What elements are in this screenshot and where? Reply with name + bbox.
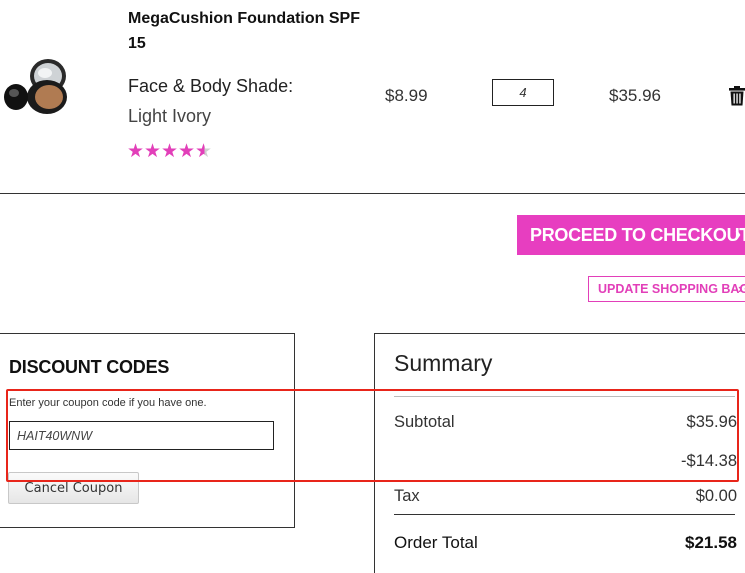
order-total-label: Order Total	[394, 533, 478, 552]
star-icon: ★	[144, 141, 162, 162]
summary-divider	[394, 514, 735, 515]
checkout-label: PROCEED TO CHECKOUT	[530, 224, 745, 245]
unit-price: $8.99	[385, 86, 428, 105]
cancel-coupon-button[interactable]: Cancel Coupon	[8, 472, 139, 504]
tax-value: $0.00	[695, 487, 737, 505]
proceed-to-checkout-button[interactable]: PROCEED TO CHECKOUT ›	[517, 215, 745, 255]
half-star-icon: ★	[195, 141, 213, 162]
shade-label: Face & Body Shade:	[128, 76, 294, 96]
product-name[interactable]: MegaCushion Foundation SPF 15	[128, 6, 368, 56]
line-total: $35.96	[609, 86, 661, 105]
chevron-right-icon: ›	[735, 224, 741, 244]
update-label: UPDATE SHOPPING BAG	[598, 282, 745, 296]
star-icon: ★	[178, 141, 196, 162]
order-total-value: $21.58	[685, 533, 737, 552]
coupon-code-input[interactable]	[9, 421, 274, 450]
tax-label: Tax	[394, 487, 420, 505]
summary-divider	[394, 396, 735, 397]
update-shopping-bag-button[interactable]: UPDATE SHOPPING BAG ›	[588, 276, 745, 302]
summary-title: Summary	[394, 350, 493, 376]
quantity-input[interactable]	[492, 79, 554, 106]
star-icon: ★	[161, 141, 179, 162]
subtotal-label: Subtotal	[394, 413, 455, 431]
discount-codes-title: DISCOUNT CODES	[9, 357, 170, 377]
star-icon: ★	[127, 141, 145, 162]
shade-value: Light Ivory	[128, 106, 212, 126]
discount-amount: -$14.38	[681, 452, 737, 470]
cushion-compact-icon	[4, 59, 67, 114]
chevron-right-icon: ›	[738, 281, 743, 296]
coupon-hint: Enter your coupon code if you have one.	[9, 397, 207, 409]
product-rating: ★★★★★	[127, 140, 212, 163]
subtotal-value: $35.96	[686, 413, 737, 431]
trash-icon[interactable]	[729, 86, 745, 106]
product-image[interactable]	[2, 55, 70, 117]
section-divider	[0, 193, 745, 194]
